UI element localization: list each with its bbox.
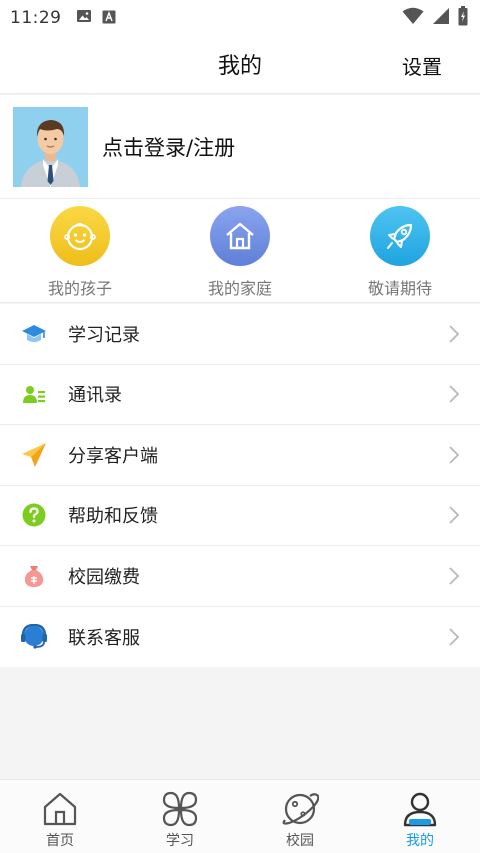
home-icon bbox=[210, 206, 270, 266]
menu-label-contacts: 通讯录 bbox=[68, 385, 122, 407]
nav-label-home: 首页 bbox=[46, 833, 74, 849]
header: 我的 设置 bbox=[0, 36, 480, 94]
share-plane-icon bbox=[20, 441, 48, 469]
help-icon bbox=[20, 501, 48, 529]
nav-label-campus: 校园 bbox=[286, 833, 314, 849]
nav-campus[interactable]: 校园 bbox=[240, 780, 360, 853]
status-right bbox=[402, 6, 468, 30]
menu-item-help-feedback[interactable]: 帮助和反馈 bbox=[0, 486, 480, 546]
quick-item-coming-soon[interactable]: 敬请期待 bbox=[320, 199, 480, 302]
wifi-icon bbox=[402, 7, 424, 29]
nav-mine[interactable]: 我的 bbox=[360, 780, 480, 853]
nav-label-mine: 我的 bbox=[406, 833, 434, 849]
money-bag-icon bbox=[20, 562, 48, 590]
status-bar: 11:29 bbox=[0, 0, 480, 36]
clover-icon bbox=[162, 791, 198, 827]
menu-item-study-record[interactable]: 学习记录 bbox=[0, 304, 480, 365]
menu-item-contacts[interactable]: 通讯录 bbox=[0, 365, 480, 425]
chevron-right-icon bbox=[449, 628, 460, 646]
rocket-icon bbox=[370, 206, 430, 266]
home-icon bbox=[43, 792, 77, 826]
login-register-link[interactable]: 点击登录/注册 bbox=[102, 132, 235, 162]
headset-icon bbox=[20, 623, 48, 651]
quick-label-coming-soon: 敬请期待 bbox=[367, 279, 432, 298]
avatar[interactable] bbox=[13, 106, 88, 187]
profile-card[interactable]: 点击登录/注册 bbox=[0, 95, 480, 199]
battery-icon bbox=[458, 6, 468, 30]
user-icon bbox=[403, 792, 437, 827]
chevron-right-icon bbox=[449, 385, 460, 403]
menu-item-campus-payment[interactable]: 校园缴费 bbox=[0, 546, 480, 607]
menu-label-help-feedback: 帮助和反馈 bbox=[68, 506, 158, 528]
quick-label-my-child: 我的孩子 bbox=[47, 279, 112, 298]
menu-label-share-client: 分享客户端 bbox=[68, 445, 158, 467]
settings-button[interactable]: 设置 bbox=[402, 36, 442, 94]
profile-page: 11:29 我的 设置 点击登录/注册 我的孩子 我的家庭 敬请期待 学习记录 … bbox=[0, 0, 480, 853]
graduation-cap-icon bbox=[20, 320, 48, 348]
chevron-right-icon bbox=[449, 446, 460, 464]
nav-home[interactable]: 首页 bbox=[0, 780, 120, 853]
menu-label-campus-payment: 校园缴费 bbox=[68, 566, 140, 588]
nav-study[interactable]: 学习 bbox=[120, 780, 240, 853]
bottom-nav: 首页 学习 校园 我的 bbox=[0, 779, 480, 853]
planet-icon bbox=[282, 793, 319, 825]
quick-item-my-family[interactable]: 我的家庭 bbox=[160, 199, 320, 302]
menu-label-customer-service: 联系客服 bbox=[68, 627, 140, 649]
user-avatar-icon bbox=[13, 106, 88, 187]
quick-item-my-child[interactable]: 我的孩子 bbox=[0, 199, 160, 302]
text-notification-icon bbox=[102, 9, 116, 28]
chevron-right-icon bbox=[449, 567, 460, 585]
signal-icon bbox=[432, 7, 450, 29]
contacts-icon bbox=[20, 380, 48, 408]
menu-item-customer-service[interactable]: 联系客服 bbox=[0, 607, 480, 668]
chevron-right-icon bbox=[449, 506, 460, 524]
image-notification-icon bbox=[76, 8, 92, 28]
baby-face-icon bbox=[50, 206, 110, 266]
status-time: 11:29 bbox=[10, 8, 62, 28]
menu-label-study-record: 学习记录 bbox=[68, 324, 140, 346]
nav-label-study: 学习 bbox=[166, 833, 194, 849]
quick-actions: 我的孩子 我的家庭 敬请期待 bbox=[0, 199, 480, 303]
menu-item-share-client[interactable]: 分享客户端 bbox=[0, 425, 480, 486]
menu-list: 学习记录 通讯录 分享客户端 帮助和反馈 校园缴费 联系客服 bbox=[0, 304, 480, 667]
quick-label-my-family: 我的家庭 bbox=[207, 279, 272, 298]
chevron-right-icon bbox=[449, 325, 460, 343]
